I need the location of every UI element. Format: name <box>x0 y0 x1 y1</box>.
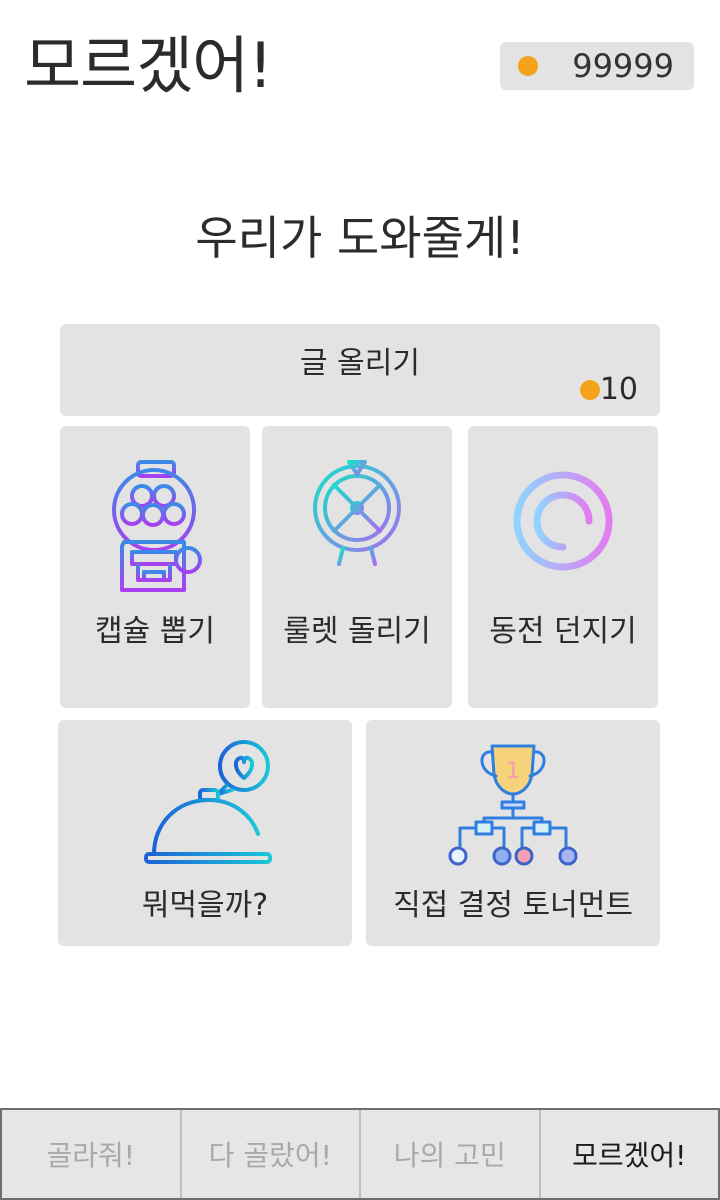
coin-toss-button[interactable]: 동전 던지기 <box>468 426 658 708</box>
coin-balance-badge[interactable]: 99999 <box>500 42 694 90</box>
tab-pick-for-me[interactable]: 골라줘! <box>2 1110 182 1198</box>
bottom-tab-bar: 골라줘! 다 골랐어! 나의 고민 모르겠어! <box>0 1108 720 1200</box>
what-to-eat-button[interactable]: 뭐먹을까? <box>58 720 352 946</box>
what-to-eat-label: 뭐먹을까? <box>141 888 269 923</box>
post-button-label: 글 올리기 <box>300 346 420 381</box>
trophy-bracket-icon: 1 <box>448 744 578 866</box>
post-cost: 10 <box>579 372 638 408</box>
tab-my-worries[interactable]: 나의 고민 <box>361 1110 541 1198</box>
svg-text:1: 1 <box>506 759 520 784</box>
roulette-label: 룰렛 돌리기 <box>283 614 431 649</box>
capsule-draw-button[interactable]: 캡슐 뽑기 <box>60 426 250 708</box>
post-button[interactable]: 글 올리기 10 <box>60 324 660 416</box>
post-cost-amount: 10 <box>599 372 638 407</box>
tournament-label: 직접 결정 토너먼트 <box>393 888 633 923</box>
coin-toss-label: 동전 던지기 <box>489 614 637 649</box>
roulette-button[interactable]: 룰렛 돌리기 <box>262 426 452 708</box>
app-title: 모르겠어! <box>24 29 273 102</box>
coin-balance: 99999 <box>572 47 674 85</box>
capsule-draw-label: 캡슐 뽑기 <box>95 614 215 649</box>
tab-dont-know[interactable]: 모르겠어! <box>541 1110 719 1198</box>
coin-icon <box>518 56 538 76</box>
coin-ring-icon <box>513 471 613 571</box>
food-cloche-icon <box>144 740 272 864</box>
roulette-wheel-icon <box>313 460 401 568</box>
tab-decided[interactable]: 다 골랐어! <box>182 1110 361 1198</box>
gumball-machine-icon <box>112 460 202 592</box>
coin-icon <box>579 380 600 400</box>
page-headline: 우리가 도와줄게! <box>195 211 525 265</box>
tournament-button[interactable]: 1 직접 결정 토너먼트 <box>366 720 660 946</box>
